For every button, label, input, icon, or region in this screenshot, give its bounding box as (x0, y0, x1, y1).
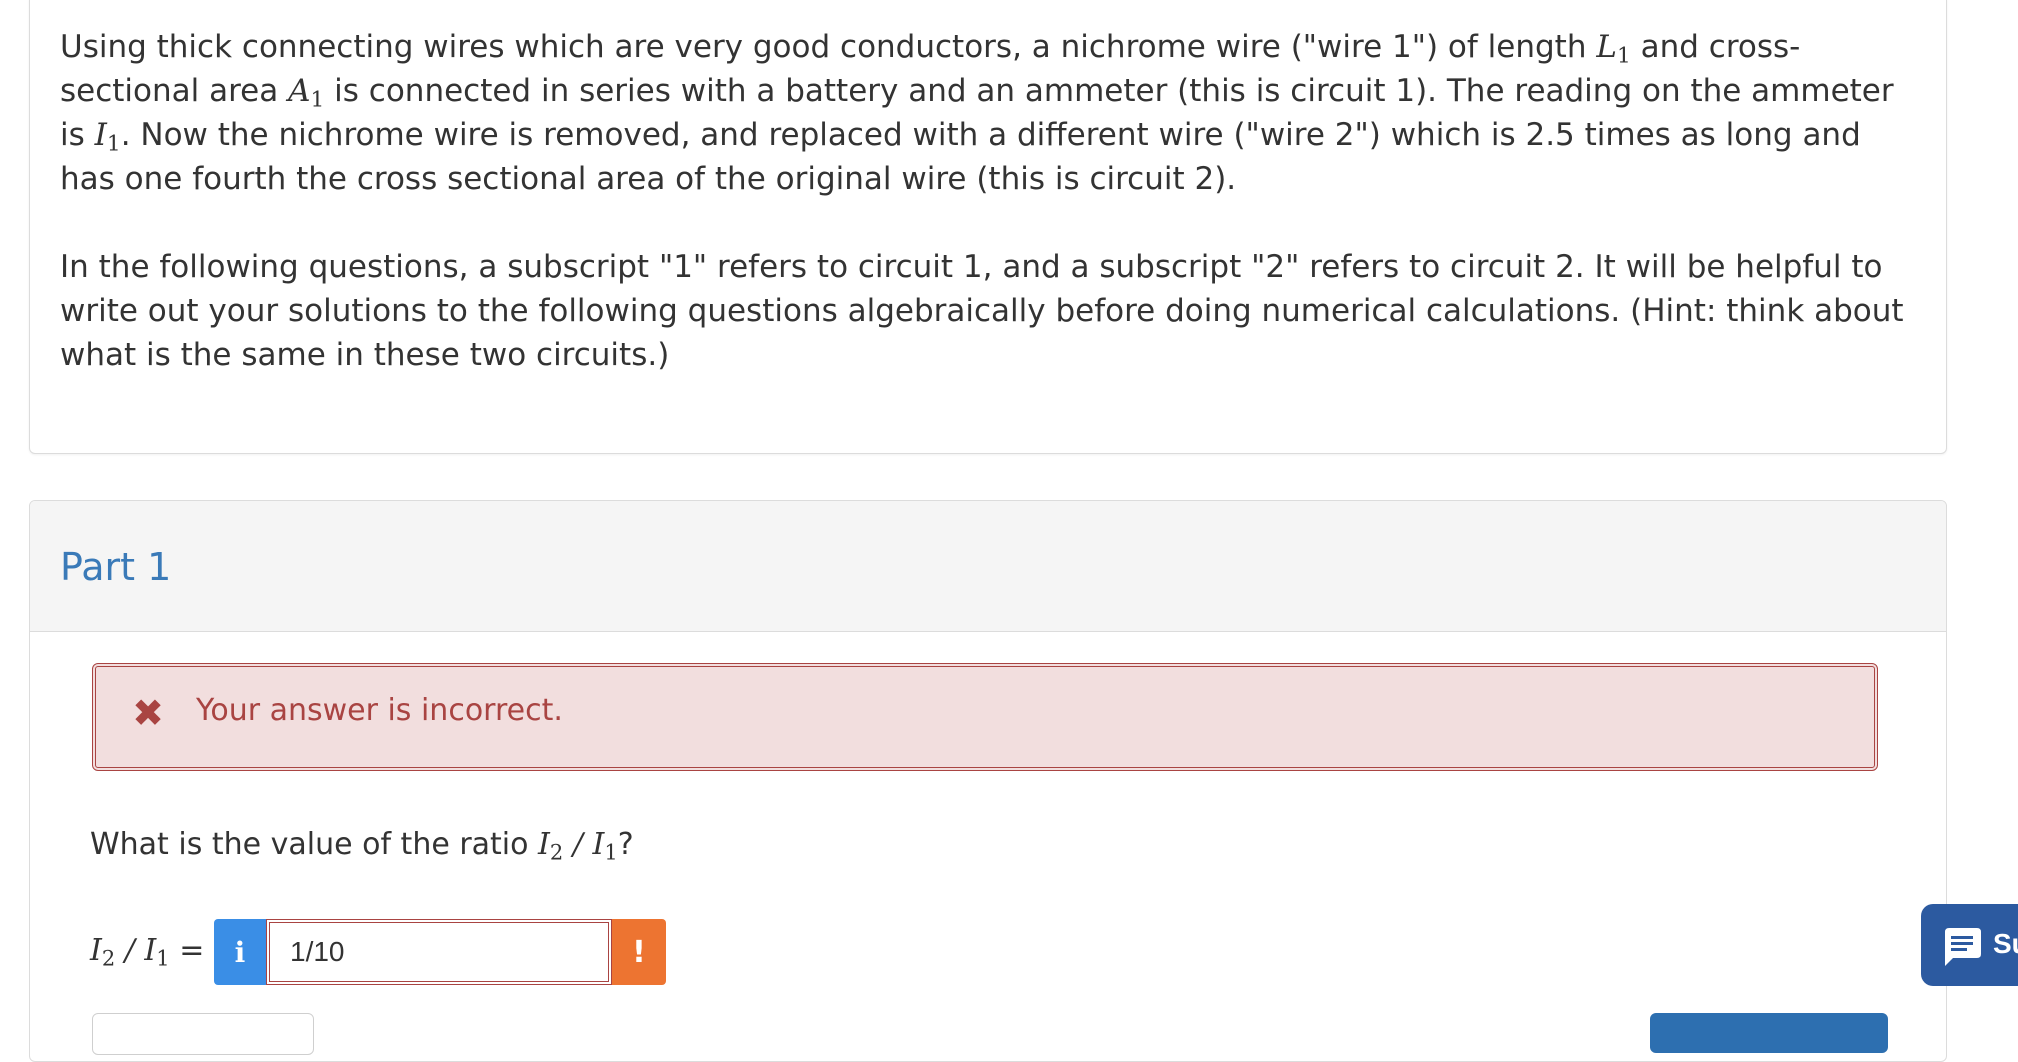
chat-icon (1945, 928, 1981, 966)
var-I2: I2 (538, 827, 564, 865)
var-I1: I1 (94, 117, 121, 157)
part-title: Part 1 (60, 545, 172, 589)
secondary-button[interactable] (92, 1013, 314, 1055)
incorrect-alert: ✖ Your answer is incorrect. (92, 663, 1878, 771)
part-panel: Part 1 ✖ Your answer is incorrect. What … (29, 500, 1947, 1062)
warning-icon[interactable]: ! (612, 919, 666, 985)
support-label: Su (1993, 928, 2018, 959)
stem-paragraph-2: In the following questions, a subscript … (60, 249, 1904, 373)
info-icon[interactable]: i (214, 919, 266, 985)
x-icon: ✖ (132, 691, 164, 735)
stem-paragraph-1: Using thick connecting wires which are v… (60, 29, 1894, 197)
part-header: Part 1 (30, 501, 1946, 632)
support-tab[interactable]: Su (1921, 904, 2018, 986)
answer-input[interactable] (266, 919, 612, 985)
submit-button[interactable] (1650, 1013, 1888, 1053)
var-I1: I1 (592, 827, 618, 865)
question-stem: Using thick connecting wires which are v… (29, 0, 1947, 454)
answer-label: I2 / I1 = (90, 933, 205, 971)
var-L1: L1 (1596, 29, 1631, 69)
var-A1: A1 (288, 73, 325, 113)
alert-message: Your answer is incorrect. (196, 693, 563, 728)
question-prompt: What is the value of the ratio I2 / I1? (90, 827, 634, 865)
